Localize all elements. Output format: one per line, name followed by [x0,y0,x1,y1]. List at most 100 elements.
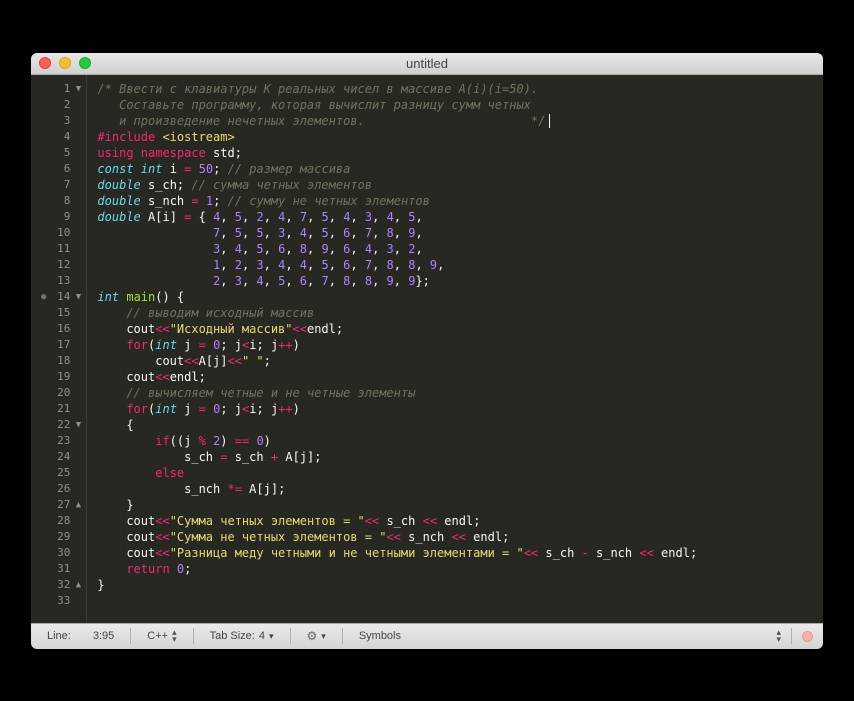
gutter-line[interactable]: 15 [41,305,82,321]
gutter-line[interactable]: 12 [41,257,82,273]
code-line[interactable]: double s_nch = 1; // сумму не четных эле… [97,193,813,209]
code-line[interactable]: cout<<"Разница меду четными и не четными… [97,545,813,561]
gutter-line[interactable]: 33 [41,593,82,609]
gutter-line[interactable]: 4 [41,129,82,145]
titlebar[interactable]: untitled [31,53,823,75]
code-line[interactable]: using namespace std; [97,145,813,161]
gutter-line[interactable]: 18 [41,353,82,369]
fold-icon[interactable]: ▼ [74,289,82,305]
gutter-line[interactable]: 3 [41,113,82,129]
gutter-line[interactable]: 6 [41,161,82,177]
code-line[interactable] [97,593,813,609]
token: , [264,226,278,240]
gutter-line[interactable]: 30 [41,545,82,561]
gutter-line[interactable]: 10 [41,225,82,241]
code-line[interactable]: for(int j = 0; j<i; j++) [97,401,813,417]
code-line[interactable]: 2, 3, 4, 5, 6, 7, 8, 8, 9, 9}; [97,273,813,289]
code-line[interactable]: // вычисляем четные и не четные элементы [97,385,813,401]
code-line[interactable]: for(int j = 0; j<i; j++) [97,337,813,353]
code-line[interactable]: cout<<A[j]<<" "; [97,353,813,369]
gutter-line[interactable]: 8 [41,193,82,209]
gutter-line[interactable]: 29 [41,529,82,545]
gutter-line[interactable]: 24 [41,449,82,465]
code-line[interactable]: else [97,465,813,481]
code-line[interactable]: cout<<"Исходный массив"<<endl; [97,321,813,337]
fold-icon[interactable]: ▲ [74,497,82,513]
code-line[interactable]: cout<<"Сумма четных элементов = "<< s_ch… [97,513,813,529]
code-line[interactable]: Составьте программу, которая вычислит ра… [97,97,813,113]
gutter-line[interactable]: 11 [41,241,82,257]
record-indicator-icon[interactable] [802,631,813,642]
gutter-line[interactable]: 7 [41,177,82,193]
code-line[interactable]: 3, 4, 5, 6, 8, 9, 6, 4, 3, 2, [97,241,813,257]
code-area[interactable]: /* Ввести с клавиатуры K реальных чисел … [87,75,823,623]
status-symbols[interactable]: Symbols [353,624,407,649]
gutter-line[interactable]: 20 [41,385,82,401]
code-line[interactable]: int main() { [97,289,813,305]
status-language[interactable]: C++ ▴▾ [141,624,182,649]
status-tabsize[interactable]: Tab Size: 4 ▾ [204,624,280,649]
gutter-line[interactable]: 9 [41,209,82,225]
code-line[interactable]: double A[i] = { 4, 5, 2, 4, 7, 5, 4, 3, … [97,209,813,225]
token: 8 [300,242,307,256]
code-line[interactable]: #include <iostream> [97,129,813,145]
status-settings[interactable]: ⚙ ▾ [301,624,332,649]
line-number: 24 [50,449,70,465]
gutter-line[interactable]: 13 [41,273,82,289]
code-line[interactable]: 1, 2, 3, 4, 4, 5, 6, 7, 8, 8, 9, [97,257,813,273]
gutter-line[interactable]: 27▲ [41,497,82,513]
close-button[interactable] [39,57,51,69]
fold-icon[interactable]: ▼ [74,417,82,433]
fold-icon[interactable]: ▼ [74,81,82,97]
code-line[interactable]: if((j % 2) == 0) [97,433,813,449]
gutter-line[interactable]: 31 [41,561,82,577]
token: , [307,226,321,240]
code-line[interactable]: double s_ch; // сумма четных элементов [97,177,813,193]
code-line[interactable]: s_ch = s_ch + A[j]; [97,449,813,465]
maximize-button[interactable] [79,57,91,69]
code-line[interactable]: { [97,417,813,433]
line-number: 12 [50,257,70,273]
status-line-value-section[interactable]: 3:95 [87,624,120,649]
token: cout [126,530,155,544]
code-line[interactable]: cout<<"Сумма не четных элементов = "<< s… [97,529,813,545]
code-line[interactable]: } [97,577,813,593]
gutter-line[interactable]: 23 [41,433,82,449]
token: 2 [256,210,263,224]
gutter-line[interactable]: 2 [41,97,82,113]
code-line[interactable]: } [97,497,813,513]
code-line[interactable]: 7, 5, 5, 3, 4, 5, 6, 7, 8, 9, [97,225,813,241]
gutter-line[interactable]: 28 [41,513,82,529]
gutter-line[interactable]: 17 [41,337,82,353]
token [574,546,581,560]
code-line[interactable]: const int i = 50; // размер массива [97,161,813,177]
token: , [372,210,386,224]
gutter-line[interactable]: 19 [41,369,82,385]
updown-icon[interactable]: ▴▾ [776,629,781,643]
minimize-button[interactable] [59,57,71,69]
code-line[interactable]: /* Ввести с клавиатуры K реальных чисел … [97,81,813,97]
line-gutter[interactable]: 1▼2345678910111213●14▼1516171819202122▼2… [31,75,87,623]
code-line[interactable]: и произведение нечетных элементов. */ [97,113,813,129]
gutter-line[interactable]: 21 [41,401,82,417]
code-line[interactable]: // выводим исходный массив [97,305,813,321]
gutter-line[interactable]: 25 [41,465,82,481]
fold-icon[interactable]: ▲ [74,577,82,593]
gutter-line[interactable]: 22▼ [41,417,82,433]
token: ]; [307,450,321,464]
token [199,194,206,208]
gutter-line[interactable]: 16 [41,321,82,337]
token: ; [220,402,234,416]
line-number: 15 [50,305,70,321]
gutter-line[interactable]: 32▲ [41,577,82,593]
code-line[interactable]: return 0; [97,561,813,577]
code-line[interactable]: cout<<endl; [97,369,813,385]
code-line[interactable]: s_nch *= A[j]; [97,481,813,497]
gutter-line[interactable]: ●14▼ [41,289,82,305]
gutter-line[interactable]: 26 [41,481,82,497]
status-line[interactable]: Line: [41,624,77,649]
gutter-line[interactable]: 1▼ [41,81,82,97]
gutter-line[interactable]: 5 [41,145,82,161]
token: 0 [256,434,263,448]
token: A [285,450,292,464]
